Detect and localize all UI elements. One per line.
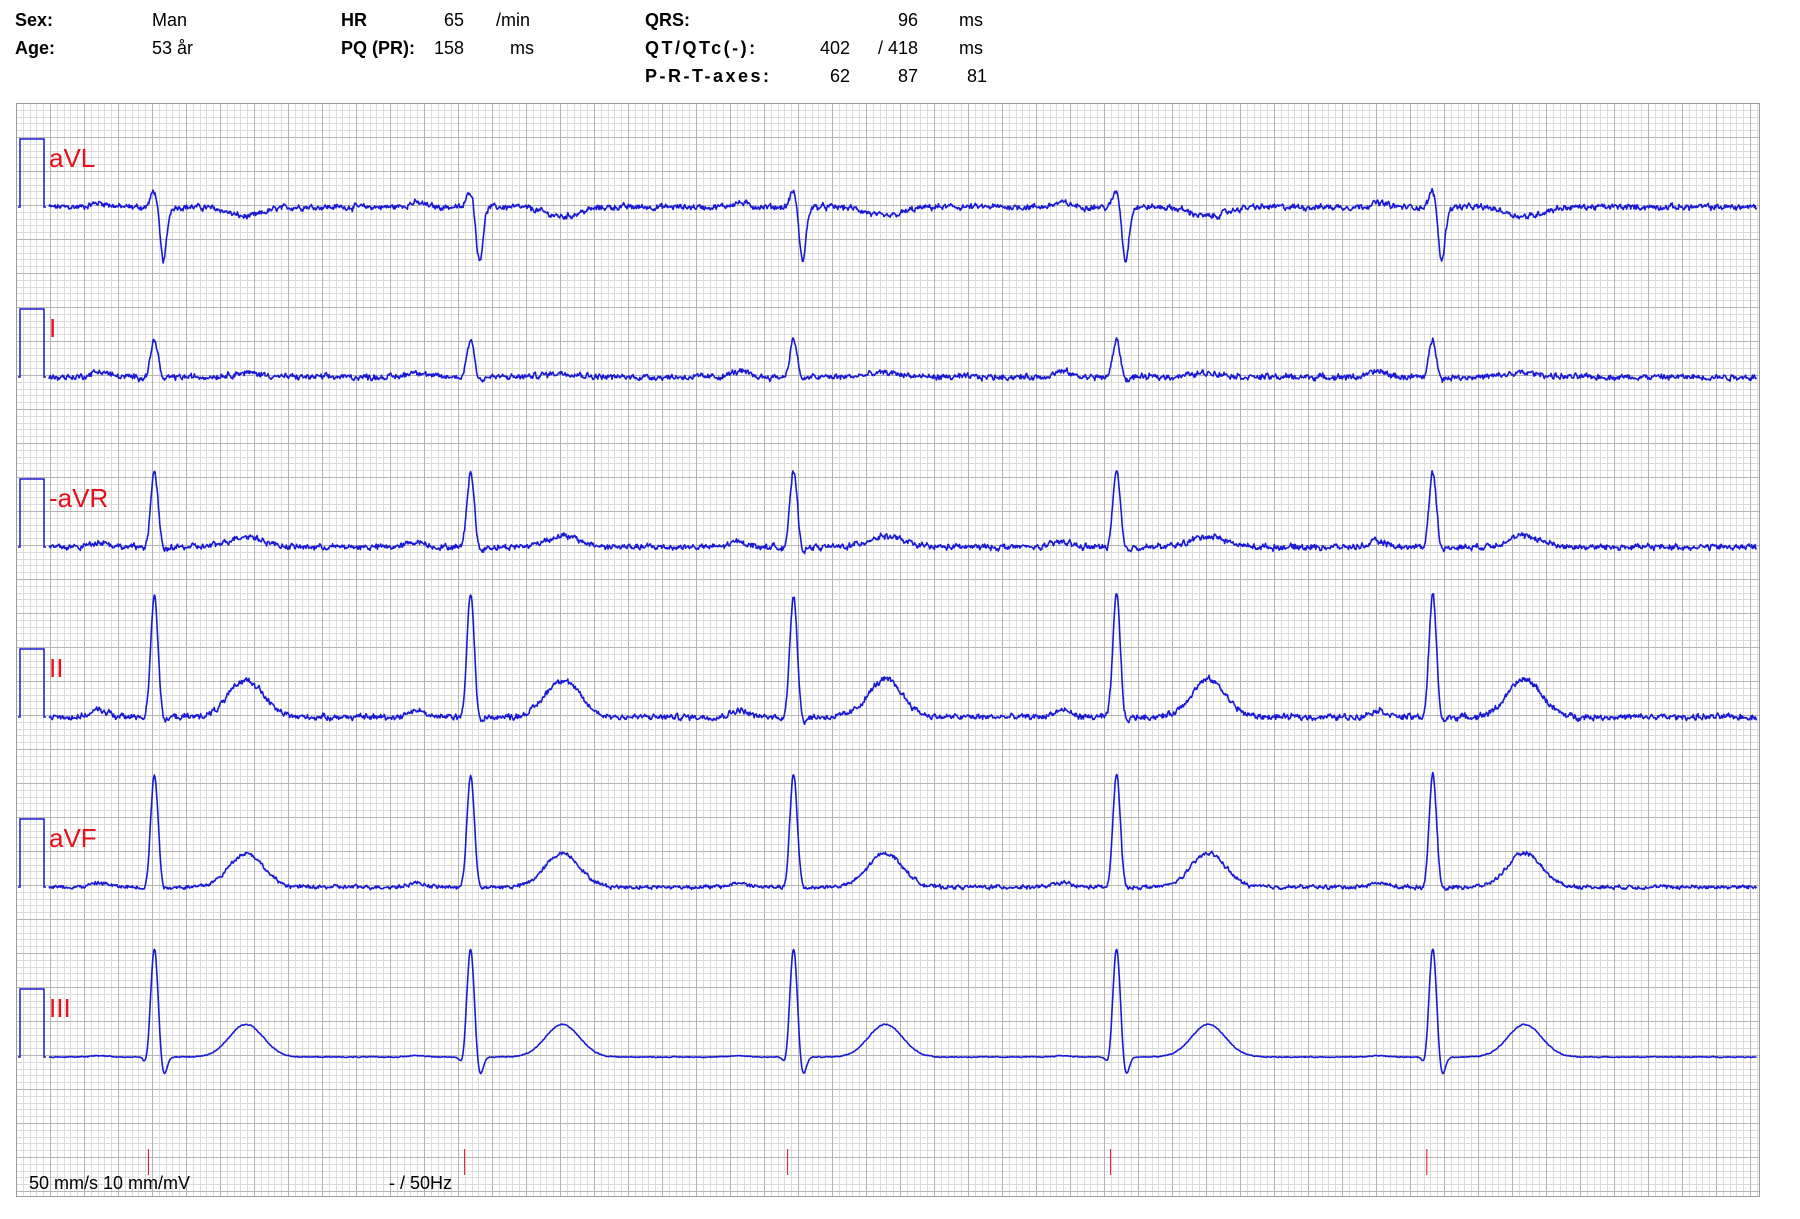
calibration-pulse-i [18,308,46,378]
lead-label-iii: III [49,993,71,1023]
calibration-pulse-avr [18,478,46,548]
calibration-pulse-iii [18,988,46,1058]
lead-label-ii: II [49,653,63,683]
ecg-chart: aVL I -aVR II aVF III 50 mm/s 10 mm/mV - / 50… [16,103,1760,1197]
lead-label-avf: aVF [49,823,97,853]
calibration-pulse-ii [18,648,46,718]
calibration-pulse-avl [18,138,46,208]
lead-label-avl: aVL [49,143,95,173]
lead-label-avr: -aVR [49,483,108,513]
filter-label: - / 50Hz [389,1173,452,1193]
lead-label-i: I [49,313,56,343]
calibration-pulse-avf [18,818,46,888]
trace-lead-avr [48,470,1757,555]
grid-minor-lines [16,103,1759,1196]
speed-gain-label: 50 mm/s 10 mm/mV [29,1173,190,1193]
grid-minor [16,103,1759,1196]
